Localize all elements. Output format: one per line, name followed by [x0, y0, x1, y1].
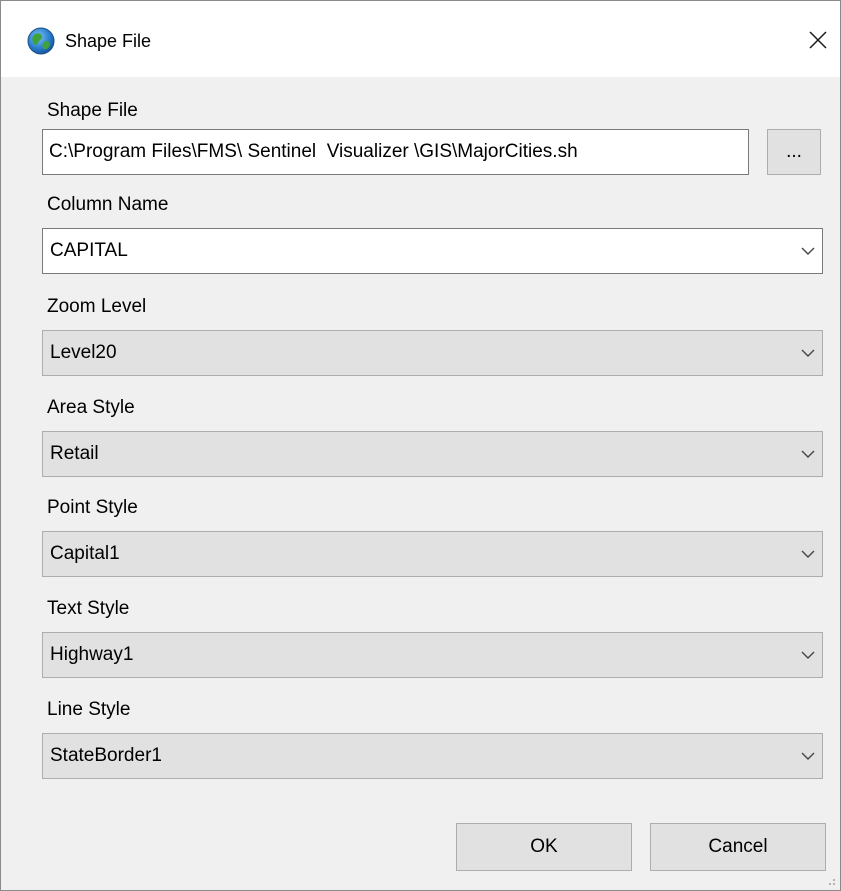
- dialog-title: Shape File: [65, 31, 152, 51]
- ok-button[interactable]: OK: [456, 823, 632, 871]
- area-style-label: Area Style: [47, 397, 135, 418]
- area-style-value: Retail: [50, 443, 99, 464]
- line-style-combo[interactable]: StateBorder1: [42, 733, 823, 779]
- point-style-combo[interactable]: Capital1: [42, 531, 823, 577]
- column-name-combo[interactable]: CAPITAL: [42, 228, 823, 274]
- shape-file-dialog: Shape File Shape File ... Column Name CA…: [0, 0, 841, 891]
- cancel-button[interactable]: Cancel: [650, 823, 826, 871]
- zoom-level-combo[interactable]: Level20: [42, 330, 823, 376]
- text-style-combo[interactable]: Highway1: [42, 632, 823, 678]
- globe-icon: [27, 27, 55, 55]
- close-icon: [809, 31, 827, 49]
- shape-file-label: Shape File: [47, 100, 138, 121]
- chevron-down-icon: [801, 349, 815, 357]
- resize-grip-icon[interactable]: [823, 873, 837, 887]
- chevron-down-icon: [801, 247, 815, 255]
- browse-button[interactable]: ...: [767, 129, 821, 175]
- title-bar[interactable]: Shape File: [1, 1, 840, 77]
- column-name-value: CAPITAL: [50, 240, 128, 261]
- point-style-value: Capital1: [50, 543, 120, 564]
- point-style-label: Point Style: [47, 497, 138, 518]
- shape-file-path-input[interactable]: [42, 129, 749, 175]
- close-button[interactable]: [796, 19, 840, 61]
- zoom-level-value: Level20: [50, 342, 117, 363]
- text-style-label: Text Style: [47, 598, 130, 619]
- chevron-down-icon: [801, 651, 815, 659]
- zoom-level-label: Zoom Level: [47, 296, 147, 317]
- chevron-down-icon: [801, 450, 815, 458]
- chevron-down-icon: [801, 752, 815, 760]
- text-style-value: Highway1: [50, 644, 134, 665]
- column-name-label: Column Name: [47, 194, 169, 215]
- line-style-label: Line Style: [47, 699, 131, 720]
- chevron-down-icon: [801, 550, 815, 558]
- line-style-value: StateBorder1: [50, 745, 162, 766]
- area-style-combo[interactable]: Retail: [42, 431, 823, 477]
